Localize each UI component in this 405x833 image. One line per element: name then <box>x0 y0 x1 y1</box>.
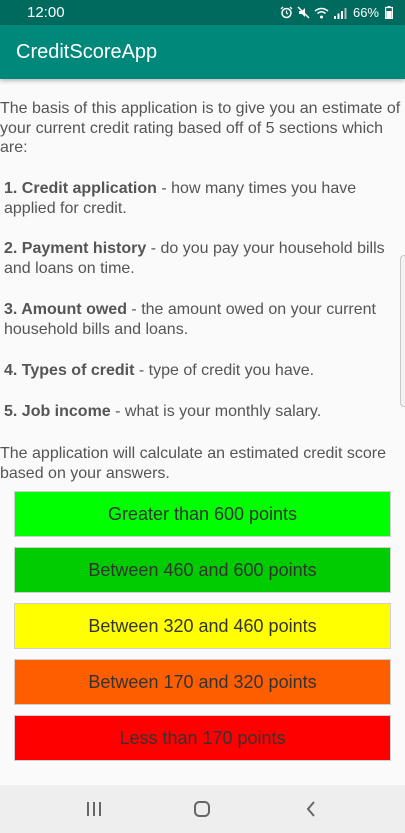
section-desc: - type of credit you have. <box>134 362 315 379</box>
score-less-than-170-button[interactable]: Less than 170 points <box>14 715 391 761</box>
status-right: 66% <box>280 5 393 20</box>
score-320-to-460-button[interactable]: Between 320 and 460 points <box>14 603 391 649</box>
navigation-bar <box>0 785 405 833</box>
section-title: 1. Credit application <box>4 180 157 197</box>
section-credit-application: 1. Credit application - how many times y… <box>0 179 405 218</box>
recents-button[interactable] <box>74 789 114 829</box>
outro-text: The application will calculate an estima… <box>0 445 386 482</box>
section-job-income: 5. Job income - what is your monthly sal… <box>0 402 405 422</box>
section-title: 2. Payment history <box>4 240 147 257</box>
main-content[interactable]: The basis of this application is to give… <box>0 79 405 785</box>
app-title: CreditScoreApp <box>16 40 158 63</box>
intro-text: The basis of this application is to give… <box>0 100 401 156</box>
home-button[interactable] <box>182 789 222 829</box>
wifi-icon <box>314 7 329 18</box>
battery-icon <box>385 6 393 19</box>
signal-icon <box>333 7 347 19</box>
scroll-indicator[interactable] <box>400 255 405 407</box>
battery-percent: 66% <box>352 5 379 20</box>
score-greater-than-600-button[interactable]: Greater than 600 points <box>14 491 391 537</box>
recents-icon <box>87 802 102 816</box>
back-button[interactable] <box>291 789 331 829</box>
section-title: 3. Amount owed <box>4 301 127 318</box>
alarm-icon <box>280 6 293 19</box>
status-icons <box>280 6 347 19</box>
back-icon <box>306 801 315 817</box>
score-170-to-320-button[interactable]: Between 170 and 320 points <box>14 659 391 705</box>
score-460-to-600-button[interactable]: Between 460 and 600 points <box>14 547 391 593</box>
section-types-of-credit: 4. Types of credit - type of credit you … <box>0 361 405 381</box>
section-title: 5. Job income <box>4 403 111 420</box>
status-bar: 12:00 66% <box>0 0 405 25</box>
app-bar: CreditScoreApp <box>0 25 405 79</box>
section-payment-history: 2. Payment history - do you pay your hou… <box>0 239 405 278</box>
home-icon <box>194 801 211 817</box>
section-title: 4. Types of credit <box>4 362 135 379</box>
mute-icon <box>297 6 310 19</box>
section-amount-owed: 3. Amount owed - the amount owed on your… <box>0 300 405 339</box>
section-desc: - what is your monthly salary. <box>110 403 322 420</box>
status-time: 12:00 <box>27 4 65 21</box>
